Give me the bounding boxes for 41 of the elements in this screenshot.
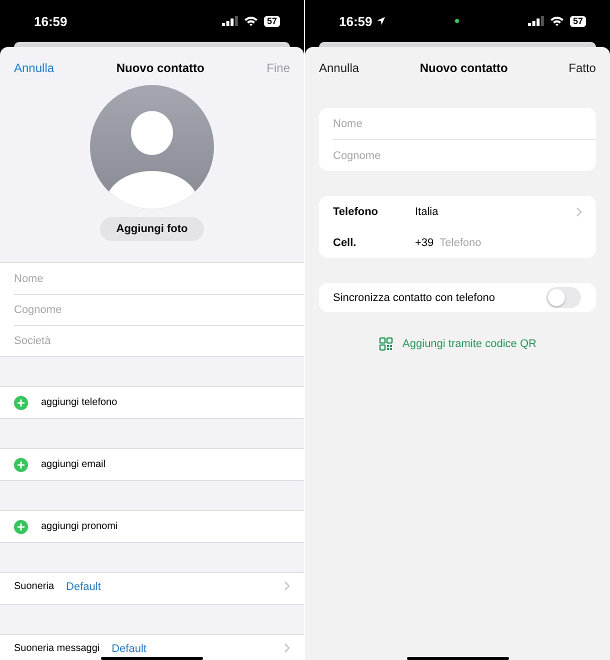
chevron-right-icon (284, 643, 290, 653)
plus-icon (14, 520, 28, 534)
ringtone-label: Suoneria messaggi (14, 643, 100, 654)
add-row[interactable]: aggiungi pronomi (0, 511, 304, 542)
wifi-icon (244, 16, 258, 26)
screen-title: Nuovo contatto (116, 60, 204, 74)
chevron-right-icon (576, 206, 582, 216)
qr-code-icon (378, 337, 393, 351)
cancel-button[interactable]: Annulla (319, 60, 360, 74)
battery-indicator: 57 (264, 16, 280, 26)
text-field[interactable]: Cognome (333, 150, 582, 162)
done-button[interactable]: Fatto (568, 60, 596, 74)
phone-type-label: Cell. (333, 236, 358, 248)
country-selector[interactable]: Italia (415, 196, 596, 227)
signal-icon (528, 16, 544, 26)
add-row[interactable]: aggiungi telefono (0, 387, 304, 418)
add-photo-button[interactable]: Aggiungi foto (100, 217, 204, 241)
add-field-label: aggiungi telefono (41, 397, 118, 408)
text-field[interactable]: Nome (333, 118, 582, 130)
add-row[interactable]: aggiungi email (0, 449, 304, 480)
ringtone-value: Default (66, 581, 102, 593)
signal-icon (222, 16, 238, 26)
status-time: 16:59 (339, 14, 372, 28)
ringtone-row[interactable]: Suoneria messaggi Default (0, 635, 304, 660)
phone-field[interactable]: Telefono (440, 236, 582, 248)
plus-icon (14, 396, 28, 410)
ringtone-label: Suoneria (14, 581, 54, 592)
sync-label: Sincronizza contatto con telefono (333, 292, 496, 304)
battery-indicator: 57 (570, 16, 586, 26)
sync-toggle[interactable] (546, 287, 581, 308)
plus-icon (14, 458, 28, 472)
ringtone-row[interactable]: Suoneria Default (0, 573, 304, 604)
phone-label: Telefono (333, 206, 380, 218)
screen-title: Nuovo contatto (420, 60, 508, 74)
add-field-label: aggiungi email (41, 459, 106, 470)
wifi-icon (550, 16, 564, 26)
chevron-right-icon (284, 581, 290, 591)
status-time: 16:59 (34, 14, 68, 28)
country-code: +39 (415, 236, 434, 248)
ringtone-value: Default (112, 643, 148, 655)
add-field-label: aggiungi pronomi (41, 521, 118, 532)
